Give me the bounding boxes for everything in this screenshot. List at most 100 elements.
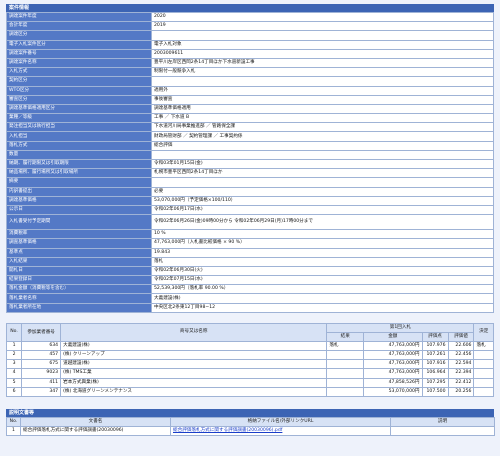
info-label: 調達案件番号 [6,48,152,59]
bid-amount: 53,070,000円 [363,386,423,397]
bid-decision [473,359,494,370]
info-row: 業種／等級 工事 ／ 下水道 B [6,113,494,124]
info-value: 調達基準価格適用 [151,103,494,115]
info-row: 入札書受付予定期間 令和02年06月26日(金)09時00分から 令和02年06月… [6,214,494,231]
bid-no: 4 [5,368,23,379]
col-member-number: 参加業者番号 [21,322,62,342]
info-label: 会計年度 [6,21,152,32]
bid-rate: 22.456 [447,349,475,361]
info-value [151,30,494,41]
info-label: 納期、履行期限又は引取期限 [6,158,152,170]
info-row: 会計年度 2019 [6,21,494,32]
info-label: 摘要 [6,177,152,188]
info-label: 納品場所、履行場所又は引取場所 [6,168,152,179]
info-label: 電子入札案件区分 [6,39,152,50]
bid-results-table: No. 参加業者番号 商号又は名称 第1回入札 決定 結果 金額 評価点 評価値… [5,322,494,397]
info-label: 内訳書提出 [6,186,152,197]
bid-result [326,377,365,388]
case-info-title: 案件情報 [6,4,494,12]
bid-no: 5 [5,377,23,388]
info-row: WTO区分 適用外 [6,85,494,96]
info-label: 発注担当又は執行担当 [6,122,152,133]
info-row: 調達基準価格適用区分 調達基準価格適用 [6,103,494,115]
bid-score: 106.964 [421,368,449,379]
info-label: 結果登録日 [6,275,152,286]
page: 案件情報 調達案件年度 2020 会計年度 2019 調達区分 電子入札案件区分 電子入札対… [5,4,495,437]
info-label: 業種／等級 [6,113,152,124]
bid-result [326,359,365,370]
bid-member: 457 [21,349,62,361]
info-label: 基準点 [6,247,152,258]
col-rate: 評価値 [447,331,475,342]
table-row: 1 634 大義建設(株) 落札 47,763,000円 107.976 22.606 落札 [5,340,494,352]
bid-company: (株) TMS工業 [60,368,328,379]
bid-amount: 47,763,000円 [363,359,423,370]
bid-member: 634 [21,340,62,352]
info-row: 入札担当 財政局管財部 ／ 契約管理課 ／ 工事契約係 [6,131,494,142]
info-row: 開札日 令和02年06月30日(火) [6,265,494,277]
bid-rate: 22.594 [447,359,475,370]
info-label: 落札金額（消費税等を含む） [6,284,152,295]
bid-company: 大義建設(株) [60,340,328,352]
info-label: 公示日 [6,204,152,216]
info-label: 調達案件名称 [6,57,152,69]
info-value: 電子入札対象 [151,39,494,50]
bid-no: 2 [5,349,23,361]
bid-result [326,368,365,379]
doc-file-link[interactable]: 総合評価落札方式に関する評価調書(20030096).pdf [173,428,282,433]
info-value: 中央区北2条東12丁目98−12 [151,302,494,313]
bid-score: 107.295 [421,377,449,388]
docs-col-name: 文書名 [20,416,171,427]
info-label: 開札日 [6,265,152,277]
bid-score: 107.500 [421,386,449,397]
col-no: No. [5,322,23,342]
docs-col-desc: 説明 [390,416,495,427]
info-row: 落札金額（消費税等を含む） 52,539,300円（落札率 90.00 %） [6,284,494,295]
info-value: 19.843 [151,247,494,258]
info-label: 契約区分 [6,76,152,87]
bid-no: 3 [5,359,23,370]
table-row: 2 457 (株) クリーンアップ 47,763,000円 107.261 22.456 [5,349,494,361]
info-label: 調査基準価格 [6,238,152,249]
info-value: 下水道河川局事業推進部 ／ 管路保全課 [151,122,494,133]
docs-title: 説明文書等 [6,408,494,417]
col-amount: 金額 [363,331,423,342]
bid-company: (株) 北海道グリーンメンテナンス [60,386,328,397]
info-row: 電子入札案件区分 電子入札対象 [6,39,494,50]
col-result: 結果 [326,331,365,342]
bid-result [326,349,365,361]
col-company-name: 商号又は名称 [60,322,328,342]
doc-desc [390,425,495,437]
bid-decision: 落札 [473,340,494,352]
doc-name: 総合評価落札方式に関する評価調書(20030096) [20,425,171,437]
info-label: 調達基準価格 [6,195,152,206]
bid-member: 675 [21,359,62,370]
info-row: 入札方式 制限付一般競争入札 [6,67,494,78]
bid-amount: 47,763,000円 [363,349,423,361]
bid-member: 347 [21,386,62,397]
info-value: 適用外 [151,85,494,96]
info-value: 必要 [151,186,494,197]
bid-rate: 20.256 [447,386,475,397]
table-row: 1 総合評価落札方式に関する評価調書(20030096) 総合評価落札方式に関する評… [6,425,495,437]
info-value [151,177,494,188]
info-row: 入札結果 落札 [6,256,494,267]
info-label: 入札結果 [6,256,152,267]
info-value: 47,763,000円（入札書比較価格 × 90 %） [151,238,494,249]
bid-rate: 22.606 [447,340,475,352]
info-value: 令和02年06月30日(火) [151,265,494,277]
info-row: 公示日 令和02年06月17日(水) [6,204,494,216]
info-label: 調達案件年度 [6,11,152,23]
info-row: 数量 [6,149,494,161]
info-value: 財政局管財部 ／ 契約管理課 ／ 工事契約係 [151,131,494,142]
info-label: 調達基準価格適用区分 [6,103,152,115]
info-value: 52,539,300円（落札率 90.00 %） [151,284,494,295]
info-value: 令和03年01月15日(金) [151,158,494,170]
bid-score: 107.261 [421,349,449,361]
info-row: 結果登録日 令和02年07月15日(水) [6,275,494,286]
info-label: 落札業者所在地 [6,302,152,313]
bid-company: 道越建設(株) [60,359,328,370]
info-row: 調達基準価格 53,070,000円（予定価格×100/110） [6,195,494,206]
table-row: 3 675 道越建設(株) 47,763,000円 107.916 22.594 [5,359,494,370]
info-value [151,149,494,161]
